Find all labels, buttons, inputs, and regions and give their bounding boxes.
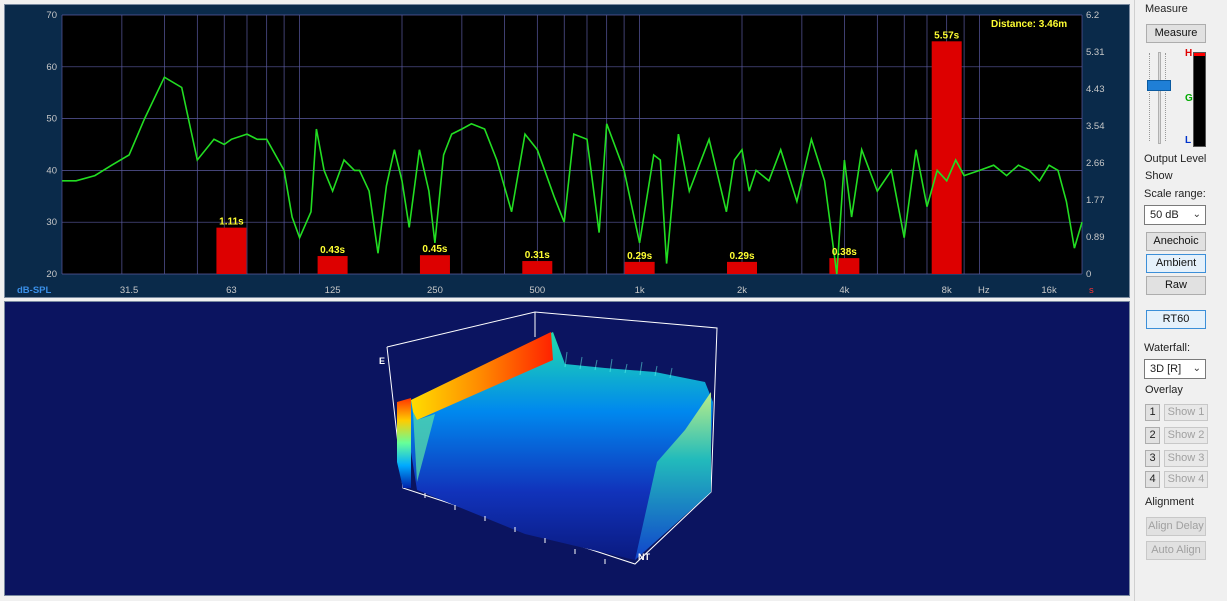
x-tick-label: 250 — [427, 285, 443, 296]
rt60-bar — [624, 261, 655, 274]
measure-button[interactable]: Measure — [1146, 24, 1206, 43]
x-tick-label: 1k — [635, 285, 645, 296]
meter-l-label: L — [1185, 135, 1192, 146]
x-tick-label: 4k — [839, 285, 849, 296]
waterfall-panel[interactable]: E NT — [4, 301, 1130, 596]
overlay-num-4[interactable]: 4 — [1145, 471, 1160, 488]
rt60-bar — [419, 255, 450, 274]
overlay-num-1[interactable]: 1 — [1145, 404, 1160, 421]
auto-align-button[interactable]: Auto Align — [1146, 541, 1206, 560]
scale-range-label: Scale range: — [1144, 188, 1206, 200]
rt60-bar-label: 0.31s — [525, 250, 550, 261]
waterfall-label: Waterfall: — [1144, 342, 1191, 354]
x-tick-label: 125 — [325, 285, 341, 296]
x-tick-label: 31.5 — [120, 285, 139, 296]
align-delay-button[interactable]: Align Delay — [1146, 517, 1206, 536]
y-right-tick-label: 1.77 — [1086, 195, 1105, 206]
scale-range-value: 50 dB — [1150, 209, 1179, 221]
rt60-bar — [931, 41, 962, 274]
output-level-label: Output Level — [1144, 153, 1207, 165]
y-left-tick-label: 20 — [46, 269, 57, 280]
rt60-bar-label: 0.45s — [422, 244, 447, 255]
rt60-bar-label: 5.57s — [934, 30, 959, 41]
x-tick-label: 2k — [737, 285, 747, 296]
overlay-show-1-button[interactable]: Show 1 — [1164, 404, 1208, 421]
slider-thumb[interactable] — [1147, 80, 1171, 91]
ambient-button[interactable]: Ambient — [1146, 254, 1206, 273]
y-left-tick-label: 40 — [46, 165, 57, 176]
y-right-tick-label: 0 — [1086, 269, 1091, 280]
overlay-group-title: Overlay — [1145, 384, 1183, 396]
rt60-button[interactable]: RT60 — [1146, 310, 1206, 329]
y-right-tick-label: 6.2 — [1086, 10, 1099, 21]
chevron-down-icon: ⌄ — [1192, 209, 1201, 220]
alignment-group-title: Alignment — [1145, 496, 1194, 508]
show-group-title: Show — [1145, 170, 1173, 182]
scale-range-select[interactable]: 50 dB ⌄ — [1144, 205, 1206, 225]
x-tick-label: 63 — [226, 285, 237, 296]
overlay-num-3[interactable]: 3 — [1145, 450, 1160, 467]
y-right-tick-label: 0.89 — [1086, 232, 1105, 243]
y-left-tick-label: 70 — [46, 10, 57, 21]
waterfall-axis-e: E — [379, 356, 385, 366]
y-left-tick-label: 50 — [46, 114, 57, 125]
rt60-bar-label: 0.38s — [832, 247, 857, 258]
rt60-bar-label: 1.11s — [219, 217, 244, 228]
y-left-tick-label: 30 — [46, 217, 57, 228]
y-right-tick-label: 5.31 — [1086, 47, 1105, 58]
left-unit-label: dB-SPL — [17, 285, 52, 296]
rt60-bar — [522, 261, 553, 274]
raw-button[interactable]: Raw — [1146, 276, 1206, 295]
meter-g-label: G — [1185, 93, 1193, 104]
distance-readout: Distance: 3.46m — [991, 19, 1067, 30]
output-level-meter — [1193, 52, 1206, 147]
overlay-show-4-button[interactable]: Show 4 — [1164, 471, 1208, 488]
waterfall-3d-plot[interactable]: E NT — [5, 302, 1129, 595]
rt60-bar-label: 0.43s — [320, 245, 345, 256]
chevron-down-icon: ⌄ — [1192, 363, 1201, 374]
rt60-bar — [216, 227, 247, 274]
frequency-response-panel: 1.11s 0.43s 0.45s 0.31s 0.29s 0.29s 0.38s 5.57s… — [4, 4, 1130, 298]
measure-group-title: Measure — [1145, 3, 1188, 15]
rt60-bar-label: 0.29s — [729, 251, 754, 262]
hz-label: Hz — [978, 285, 990, 296]
output-level-slider[interactable] — [1147, 52, 1173, 148]
y-right-tick-label: 4.43 — [1086, 84, 1105, 95]
overlay-num-2[interactable]: 2 — [1145, 427, 1160, 444]
anechoic-button[interactable]: Anechoic — [1146, 232, 1206, 251]
rt60-bar-label: 0.29s — [627, 251, 652, 262]
x-tick-label: 8k — [942, 285, 952, 296]
x-tick-label: 16k — [1041, 285, 1057, 296]
control-sidebar: Measure Measure H G L Output Level Show … — [1134, 0, 1227, 601]
y-right-tick-label: 2.66 — [1086, 158, 1105, 169]
overlay-show-2-button[interactable]: Show 2 — [1164, 427, 1208, 444]
y-left-tick-label: 60 — [46, 62, 57, 73]
waterfall-axis-nt: NT — [638, 552, 650, 562]
rt60-bar — [727, 261, 757, 274]
waterfall-value: 3D [R] — [1150, 363, 1182, 375]
meter-h-label: H — [1185, 48, 1193, 59]
rt60-bar — [317, 256, 348, 274]
right-unit-label: s — [1089, 285, 1094, 296]
waterfall-select[interactable]: 3D [R] ⌄ — [1144, 359, 1206, 379]
y-right-tick-label: 3.54 — [1086, 121, 1105, 132]
rt60-bar — [829, 258, 860, 274]
frequency-response-chart: 1.11s 0.43s 0.45s 0.31s 0.29s 0.29s 0.38s 5.57s… — [17, 10, 1105, 296]
overlay-show-3-button[interactable]: Show 3 — [1164, 450, 1208, 467]
x-tick-label: 500 — [529, 285, 545, 296]
